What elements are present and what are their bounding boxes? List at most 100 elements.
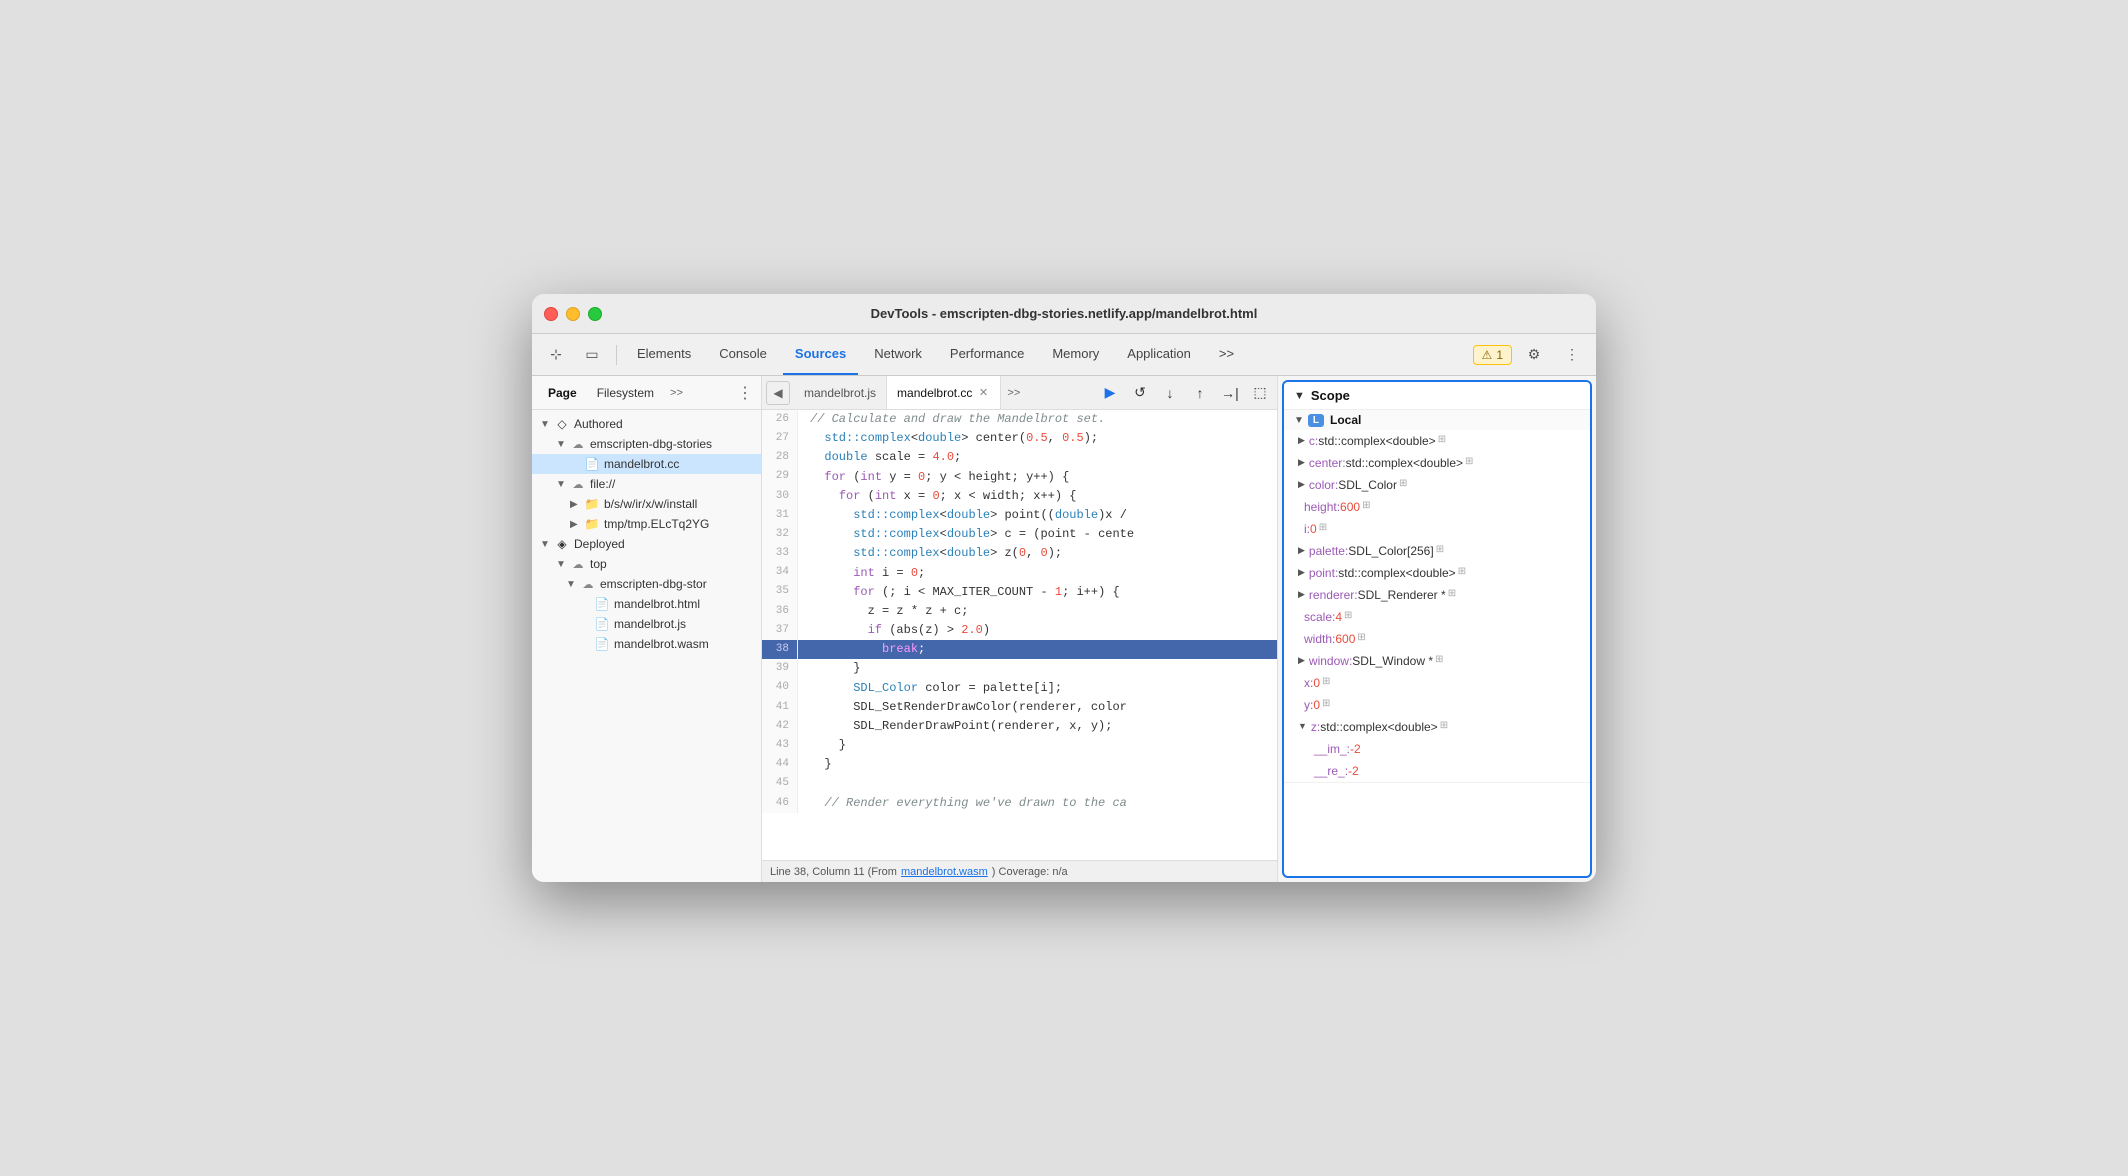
scope-item-width: width: 600 ⊞ xyxy=(1284,628,1590,650)
deactivate-breakpoints-icon[interactable]: ⬚ xyxy=(1247,380,1273,406)
scope-item-center[interactable]: ▶ center: std::complex<double> ⊞ xyxy=(1284,452,1590,474)
tree-item-mandelbrot-wasm[interactable]: 📄 mandelbrot.wasm xyxy=(532,634,761,654)
step-out-icon[interactable]: ↑ xyxy=(1187,380,1213,406)
pause-resume-icon[interactable]: ▶ xyxy=(1097,380,1123,406)
scope-item-renderer[interactable]: ▶ renderer: SDL_Renderer * ⊞ xyxy=(1284,584,1590,606)
collapse-sidebar-button[interactable]: ◀ xyxy=(766,381,790,405)
scope-local-header[interactable]: ▼ L Local xyxy=(1284,410,1590,430)
tree-item-emscripten-deployed[interactable]: ▼ ☁ emscripten-dbg-stor xyxy=(532,574,761,594)
scope-item-c[interactable]: ▶ c: std::complex<double> ⊞ xyxy=(1284,430,1590,452)
cloud-icon-emscripten: ☁ xyxy=(570,436,586,452)
code-content-40: SDL_Color color = palette[i]; xyxy=(798,679,1277,698)
tree-label-emscripten-deployed: emscripten-dbg-stor xyxy=(600,577,707,591)
tab-elements[interactable]: Elements xyxy=(625,334,703,375)
cloud-icon-top: ☁ xyxy=(570,556,586,572)
file-icon-js: 📄 xyxy=(594,616,610,632)
scope-icon-renderer: ⊞ xyxy=(1448,586,1456,601)
scope-arrow-c: ▶ xyxy=(1298,434,1305,448)
tab-console[interactable]: Console xyxy=(707,334,779,375)
tree-section-deployed[interactable]: ▼ ◈ Deployed xyxy=(532,534,761,554)
scope-item-palette[interactable]: ▶ palette: SDL_Color[256] ⊞ xyxy=(1284,540,1590,562)
code-content-44: } xyxy=(798,755,1277,774)
scope-icon-y: ⊞ xyxy=(1322,696,1330,711)
close-tab-cc[interactable]: ✕ xyxy=(976,386,990,400)
code-content-27: std::complex<double> center(0.5, 0.5); xyxy=(798,429,1277,448)
tab-performance[interactable]: Performance xyxy=(938,334,1036,375)
tab-sources[interactable]: Sources xyxy=(783,334,858,375)
tree-item-mandelbrot-cc[interactable]: 📄 mandelbrot.cc xyxy=(532,454,761,474)
more-options-icon[interactable]: ⋮ xyxy=(1556,341,1588,369)
scope-item-color[interactable]: ▶ color: SDL_Color ⊞ xyxy=(1284,474,1590,496)
tab-more[interactable]: >> xyxy=(1207,334,1246,375)
code-line-29: 29 for (int y = 0; y < height; y++) { xyxy=(762,468,1277,487)
sidebar-tree: ▼ ◇ Authored ▼ ☁ emscripten-dbg-stories … xyxy=(532,410,761,882)
status-wasm-link[interactable]: mandelbrot.wasm xyxy=(901,866,988,878)
file-tabs-more[interactable]: >> xyxy=(1001,387,1026,399)
scope-val-scale: 4 xyxy=(1335,608,1342,626)
tab-application[interactable]: Application xyxy=(1115,334,1203,375)
tree-arrow-bswir: ▶ xyxy=(570,499,584,510)
line-num-33: 33 xyxy=(762,544,798,563)
tree-label-bswir: b/s/w/ir/x/w/install xyxy=(604,497,697,511)
tree-item-bswir[interactable]: ▶ 📁 b/s/w/ir/x/w/install xyxy=(532,494,761,514)
maximize-button[interactable] xyxy=(588,307,602,321)
settings-icon[interactable]: ⚙ xyxy=(1518,341,1550,369)
close-button[interactable] xyxy=(544,307,558,321)
line-num-31: 31 xyxy=(762,506,798,525)
code-line-26: 26 // Calculate and draw the Mandelbrot … xyxy=(762,410,1277,429)
device-tool-icon[interactable]: ▭ xyxy=(576,341,608,369)
step-over-icon[interactable]: ↺ xyxy=(1127,380,1153,406)
toolbar: ⊹ ▭ Elements Console Sources Network Per… xyxy=(532,334,1596,376)
tree-item-top[interactable]: ▼ ☁ top xyxy=(532,554,761,574)
line-num-42: 42 xyxy=(762,717,798,736)
scope-val-c: std::complex<double> xyxy=(1318,432,1435,450)
scope-val-x: 0 xyxy=(1313,674,1320,692)
tree-arrow-tmp: ▶ xyxy=(570,519,584,530)
scope-key-width: width: xyxy=(1304,630,1335,648)
tree-item-emscripten-cloud[interactable]: ▼ ☁ emscripten-dbg-stories xyxy=(532,434,761,454)
tab-memory[interactable]: Memory xyxy=(1040,334,1111,375)
scope-key-scale: scale: xyxy=(1304,608,1335,626)
sidebar-tab-filesystem[interactable]: Filesystem xyxy=(589,384,662,402)
scope-val-y: 0 xyxy=(1313,696,1320,714)
step-icon[interactable]: →| xyxy=(1217,380,1243,406)
code-line-40: 40 SDL_Color color = palette[i]; xyxy=(762,679,1277,698)
warning-badge[interactable]: ⚠ 1 xyxy=(1473,345,1512,365)
scope-icon-palette: ⊞ xyxy=(1436,542,1444,557)
scope-item-window[interactable]: ▶ window: SDL_Window * ⊞ xyxy=(1284,650,1590,672)
file-tab-mandelbrot-cc[interactable]: mandelbrot.cc ✕ xyxy=(887,376,1001,409)
code-line-37: 37 if (abs(z) > 2.0) xyxy=(762,621,1277,640)
tree-item-mandelbrot-js[interactable]: 📄 mandelbrot.js xyxy=(532,614,761,634)
cursor-tool-icon[interactable]: ⊹ xyxy=(540,341,572,369)
deployed-icon: ◈ xyxy=(554,536,570,552)
step-into-icon[interactable]: ↓ xyxy=(1157,380,1183,406)
tree-item-mandelbrot-html[interactable]: 📄 mandelbrot.html xyxy=(532,594,761,614)
file-tab-mandelbrot-js[interactable]: mandelbrot.js xyxy=(794,376,887,409)
minimize-button[interactable] xyxy=(566,307,580,321)
tree-section-authored[interactable]: ▼ ◇ Authored xyxy=(532,414,761,434)
tree-item-file-cloud[interactable]: ▼ ☁ file:// xyxy=(532,474,761,494)
code-line-27: 27 std::complex<double> center(0.5, 0.5)… xyxy=(762,429,1277,448)
scope-val-renderer: SDL_Renderer * xyxy=(1358,586,1446,604)
code-editor[interactable]: 26 // Calculate and draw the Mandelbrot … xyxy=(762,410,1277,860)
scope-panel: ▼ Scope ▼ L Local ▶ c: std::complex<doub… xyxy=(1282,380,1592,878)
sidebar-tabs-more[interactable]: >> xyxy=(666,387,687,399)
line-num-27: 27 xyxy=(762,429,798,448)
code-content-39: } xyxy=(798,659,1277,678)
scope-item-point[interactable]: ▶ point: std::complex<double> ⊞ xyxy=(1284,562,1590,584)
tree-item-tmp[interactable]: ▶ 📁 tmp/tmp.ELcTq2YG xyxy=(532,514,761,534)
scope-item-z[interactable]: ▼ z: std::complex<double> ⊞ xyxy=(1284,716,1590,738)
scope-collapse-arrow[interactable]: ▼ xyxy=(1294,390,1305,402)
sidebar-tab-page[interactable]: Page xyxy=(540,384,585,402)
code-content-46: // Render everything we've drawn to the … xyxy=(798,794,1277,813)
line-num-28: 28 xyxy=(762,448,798,467)
line-num-36: 36 xyxy=(762,602,798,621)
line-num-29: 29 xyxy=(762,468,798,487)
sidebar-menu-icon[interactable]: ⋮ xyxy=(737,383,753,403)
scope-arrow-palette: ▶ xyxy=(1298,544,1305,558)
tab-network[interactable]: Network xyxy=(862,334,934,375)
scope-val-height: 600 xyxy=(1340,498,1360,516)
status-bar: Line 38, Column 11 (From mandelbrot.wasm… xyxy=(762,860,1277,882)
scope-key-point: point: xyxy=(1309,564,1338,582)
code-line-38: 38 break; xyxy=(762,640,1277,659)
